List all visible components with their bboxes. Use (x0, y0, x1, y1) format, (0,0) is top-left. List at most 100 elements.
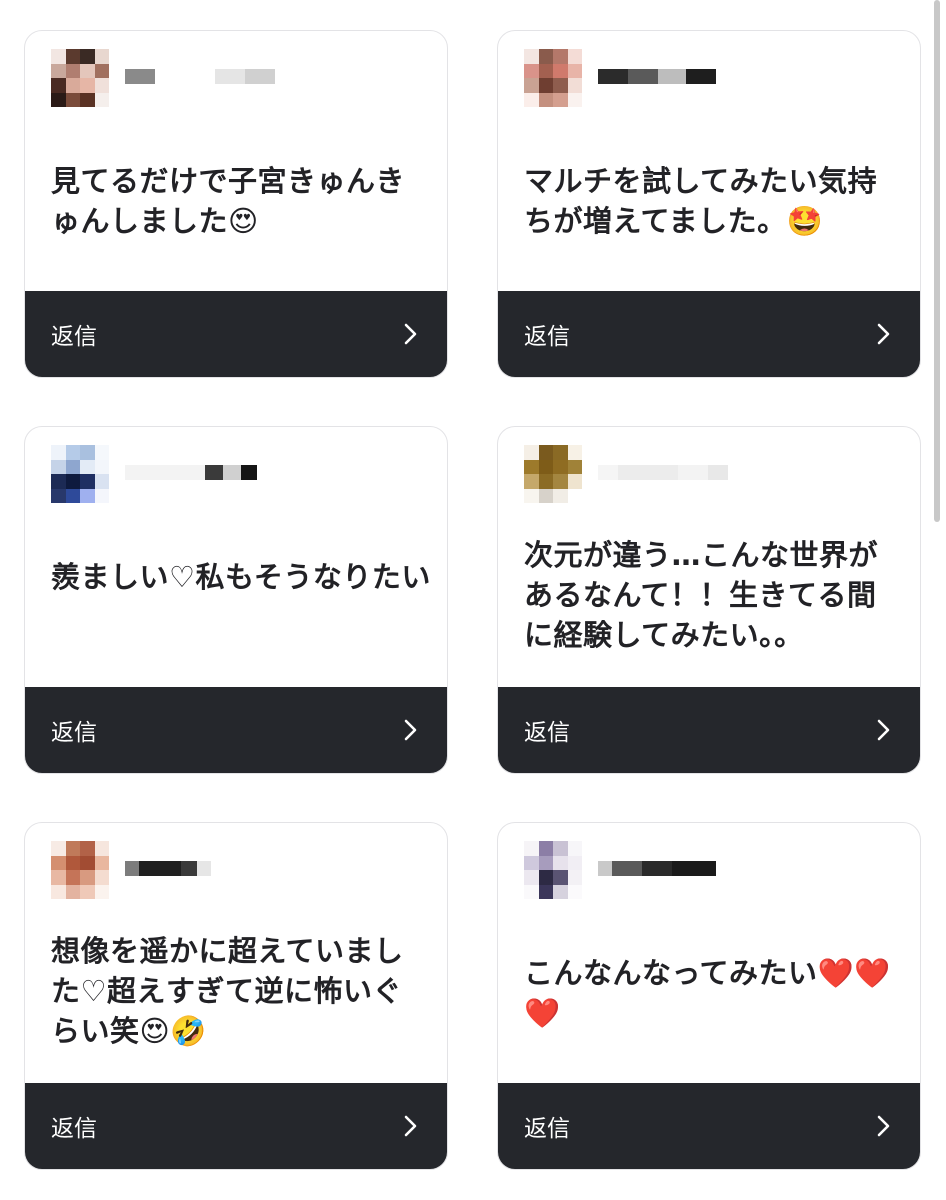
avatar-pixel (553, 49, 568, 64)
username-block (628, 68, 658, 84)
avatar-pixel (553, 92, 568, 107)
avatar-pixel (524, 78, 539, 93)
reply-button[interactable]: 返信 (498, 687, 920, 773)
avatar-pixel (553, 459, 568, 474)
avatar-pixel (524, 488, 539, 503)
username-block (672, 860, 716, 876)
avatar-pixel (65, 870, 80, 885)
comment-card: 羨ましい♡私もそうなりたい 返信 (24, 426, 448, 774)
reply-label: 返信 (524, 1116, 570, 1142)
avatar-pixel (94, 78, 109, 93)
avatar-pixel (94, 884, 109, 899)
username-block (598, 860, 612, 876)
username-block (708, 464, 728, 480)
avatar-pixel (80, 841, 95, 856)
avatar-pixel (94, 841, 109, 856)
avatar-pixel (94, 855, 109, 870)
avatar-pixel (553, 841, 568, 856)
comment-text: 次元が違う…こんな世界があるなんて！！生きてる間に経験してみたい。。 (524, 538, 879, 652)
avatar-pixel (51, 488, 66, 503)
comment-text: 想像を遥かに超えていました♡超えすぎて逆に怖いぐらい笑😍🤣 (51, 934, 404, 1048)
avatar[interactable] (524, 841, 582, 899)
avatar-pixel (65, 78, 80, 93)
username-block (125, 68, 155, 84)
reply-label: 返信 (51, 324, 97, 350)
avatar-pixel (80, 884, 95, 899)
avatar[interactable] (51, 445, 109, 503)
reply-button[interactable]: 返信 (498, 1083, 920, 1169)
avatar-pixel (80, 63, 95, 78)
reply-label: 返信 (51, 1116, 97, 1142)
avatar-pixel (553, 884, 568, 899)
avatar-pixel (65, 474, 80, 489)
comment-card: 見てるだけで子宮きゅんきゅんしました😍 返信 (24, 30, 448, 378)
chevron-right-icon (872, 1115, 894, 1137)
chevron-right-icon (872, 323, 894, 345)
avatar-pixel (524, 870, 539, 885)
avatar-pixel (51, 870, 66, 885)
avatar-pixel (538, 855, 553, 870)
avatar-pixel (65, 841, 80, 856)
avatar-pixel (524, 884, 539, 899)
username-block (658, 68, 686, 84)
username-block (245, 68, 275, 84)
avatar-pixel (538, 884, 553, 899)
avatar-pixel (80, 474, 95, 489)
avatar-pixel (65, 445, 80, 460)
reply-button[interactable]: 返信 (25, 687, 447, 773)
avatar-pixel (567, 445, 582, 460)
avatar-pixel (65, 63, 80, 78)
avatar-pixel (567, 870, 582, 885)
avatar-pixel (65, 92, 80, 107)
avatar-pixel (524, 445, 539, 460)
avatar[interactable] (51, 841, 109, 899)
avatar-pixel (538, 445, 553, 460)
avatar-pixel (65, 459, 80, 474)
avatar-pixel (80, 445, 95, 460)
username-block (241, 464, 257, 480)
avatar-pixel (524, 459, 539, 474)
chevron-right-icon (872, 719, 894, 741)
comment-text: 見てるだけで子宮きゅんきゅんしました😍 (51, 164, 406, 238)
avatar-pixel (94, 63, 109, 78)
reply-label: 返信 (51, 720, 97, 746)
reply-button[interactable]: 返信 (25, 1083, 447, 1169)
avatar-pixel (538, 841, 553, 856)
chevron-right-icon (399, 1115, 421, 1137)
username-block (181, 860, 197, 876)
avatar-pixel (567, 884, 582, 899)
comment-text: こんなんなってみたい❤️❤️❤️ (524, 956, 891, 1030)
username-blurred[interactable] (598, 61, 716, 91)
username-blurred[interactable] (125, 61, 275, 91)
username-blurred[interactable] (598, 457, 728, 487)
username-block (598, 68, 628, 84)
avatar-pixel (524, 63, 539, 78)
avatar-pixel (51, 884, 66, 899)
reply-label: 返信 (524, 720, 570, 746)
scrollbar[interactable] (934, 0, 940, 522)
avatar[interactable] (524, 445, 582, 503)
avatar-pixel (538, 488, 553, 503)
username-blurred[interactable] (125, 457, 257, 487)
comments-page: 見てるだけで子宮きゅんきゅんしました😍 返信 マルチを試してみたい気持ちが増えて… (0, 0, 946, 1200)
avatar-pixel (80, 49, 95, 64)
username-block (139, 860, 181, 876)
reply-button[interactable]: 返信 (498, 291, 920, 377)
avatar-pixel (553, 445, 568, 460)
avatar-pixel (553, 63, 568, 78)
reply-button[interactable]: 返信 (25, 291, 447, 377)
avatar-pixel (51, 78, 66, 93)
username-blurred[interactable] (598, 853, 716, 883)
avatar-pixel (80, 488, 95, 503)
avatar-pixel (553, 474, 568, 489)
username-block (618, 464, 678, 480)
avatar[interactable] (51, 49, 109, 107)
avatar-pixel (538, 49, 553, 64)
username-blurred[interactable] (125, 853, 211, 883)
avatar-pixel (94, 459, 109, 474)
avatar-pixel (51, 49, 66, 64)
avatar-pixel (94, 870, 109, 885)
avatar-pixel (94, 49, 109, 64)
avatar-pixel (553, 870, 568, 885)
avatar[interactable] (524, 49, 582, 107)
